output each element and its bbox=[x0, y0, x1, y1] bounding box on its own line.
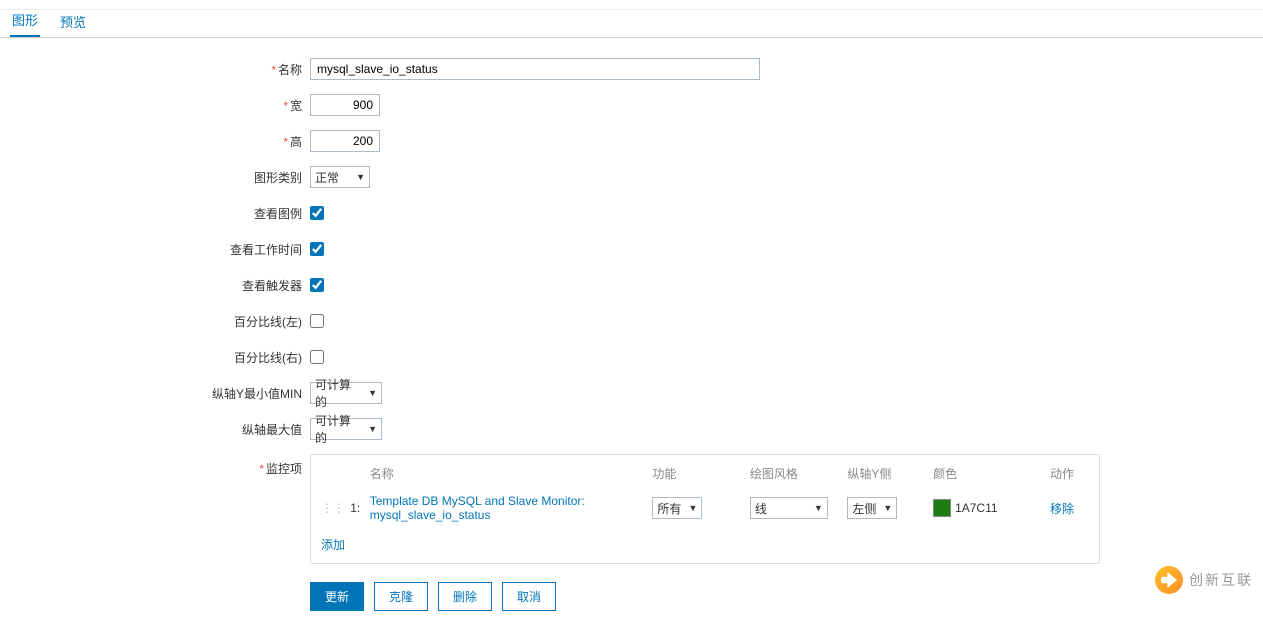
checkbox-show-triggers[interactable] bbox=[310, 278, 324, 292]
delete-button[interactable]: 删除 bbox=[438, 582, 492, 611]
header-yaxis: 纵轴Y侧 bbox=[847, 465, 933, 482]
label-ymax: 纵轴最大值 bbox=[242, 423, 302, 437]
tab-graph[interactable]: 图形 bbox=[10, 4, 40, 37]
row-index: 1: bbox=[350, 501, 370, 515]
label-monitor-items: 监控项 bbox=[266, 462, 302, 476]
label-show-legend: 查看图例 bbox=[254, 207, 302, 221]
label-width: 宽 bbox=[290, 99, 302, 113]
color-hex: 1A7C11 bbox=[955, 501, 997, 515]
brand-text: 创新互联 bbox=[1189, 570, 1253, 590]
checkbox-show-worktime[interactable] bbox=[310, 242, 324, 256]
label-percent-right: 百分比线(右) bbox=[234, 351, 302, 365]
input-width[interactable] bbox=[310, 94, 380, 116]
header-action: 动作 bbox=[1050, 465, 1089, 482]
checkbox-show-legend[interactable] bbox=[310, 206, 324, 220]
input-name[interactable] bbox=[310, 58, 760, 80]
header-func: 功能 bbox=[652, 465, 749, 482]
graph-form: *名称 *宽 *高 图形类别 正常▼ 查看图例 查看工作时间 查看触发器 百分比… bbox=[0, 38, 1263, 631]
select-yaxis[interactable]: 左侧▼ bbox=[847, 497, 897, 519]
label-show-triggers: 查看触发器 bbox=[242, 279, 302, 293]
cancel-button[interactable]: 取消 bbox=[502, 582, 556, 611]
select-style[interactable]: 线▼ bbox=[750, 497, 828, 519]
label-show-worktime: 查看工作时间 bbox=[230, 243, 302, 257]
header-color: 颜色 bbox=[933, 465, 1050, 482]
remove-link[interactable]: 移除 bbox=[1050, 502, 1074, 516]
select-func[interactable]: 所有▼ bbox=[652, 497, 702, 519]
add-item-link[interactable]: 添加 bbox=[321, 536, 345, 553]
label-name: 名称 bbox=[278, 63, 302, 77]
update-button[interactable]: 更新 bbox=[310, 582, 364, 611]
table-row: ⋮⋮ 1: Template DB MySQL and Slave Monito… bbox=[321, 490, 1089, 526]
brand-watermark: 创新互联 bbox=[1155, 566, 1253, 594]
button-row: 更新 克隆 删除 取消 bbox=[310, 582, 1253, 611]
color-swatch[interactable] bbox=[933, 499, 951, 517]
clone-button[interactable]: 克隆 bbox=[374, 582, 428, 611]
input-height[interactable] bbox=[310, 130, 380, 152]
drag-handle-icon[interactable]: ⋮⋮ bbox=[321, 501, 350, 515]
label-graph-type: 图形类别 bbox=[254, 171, 302, 185]
item-link[interactable]: Template DB MySQL and Slave Monitor: mys… bbox=[370, 494, 585, 522]
label-percent-left: 百分比线(左) bbox=[234, 315, 302, 329]
header-style: 绘图风格 bbox=[750, 465, 847, 482]
tab-preview[interactable]: 预览 bbox=[58, 6, 88, 37]
select-ymax[interactable]: 可计算的▼ bbox=[310, 418, 382, 440]
header-name: 名称 bbox=[370, 465, 653, 482]
checkbox-percent-right[interactable] bbox=[310, 350, 324, 364]
tabs: 图形 预览 bbox=[0, 10, 1263, 38]
select-graph-type[interactable]: 正常▼ bbox=[310, 166, 370, 188]
brand-logo-icon bbox=[1155, 566, 1183, 594]
label-height: 高 bbox=[290, 135, 302, 149]
monitor-table: 名称 功能 绘图风格 纵轴Y侧 颜色 动作 ⋮⋮ 1: Template DB … bbox=[310, 454, 1100, 564]
checkbox-percent-left[interactable] bbox=[310, 314, 324, 328]
select-ymin[interactable]: 可计算的▼ bbox=[310, 382, 382, 404]
label-ymin: 纵轴Y最小值MIN bbox=[212, 387, 302, 401]
